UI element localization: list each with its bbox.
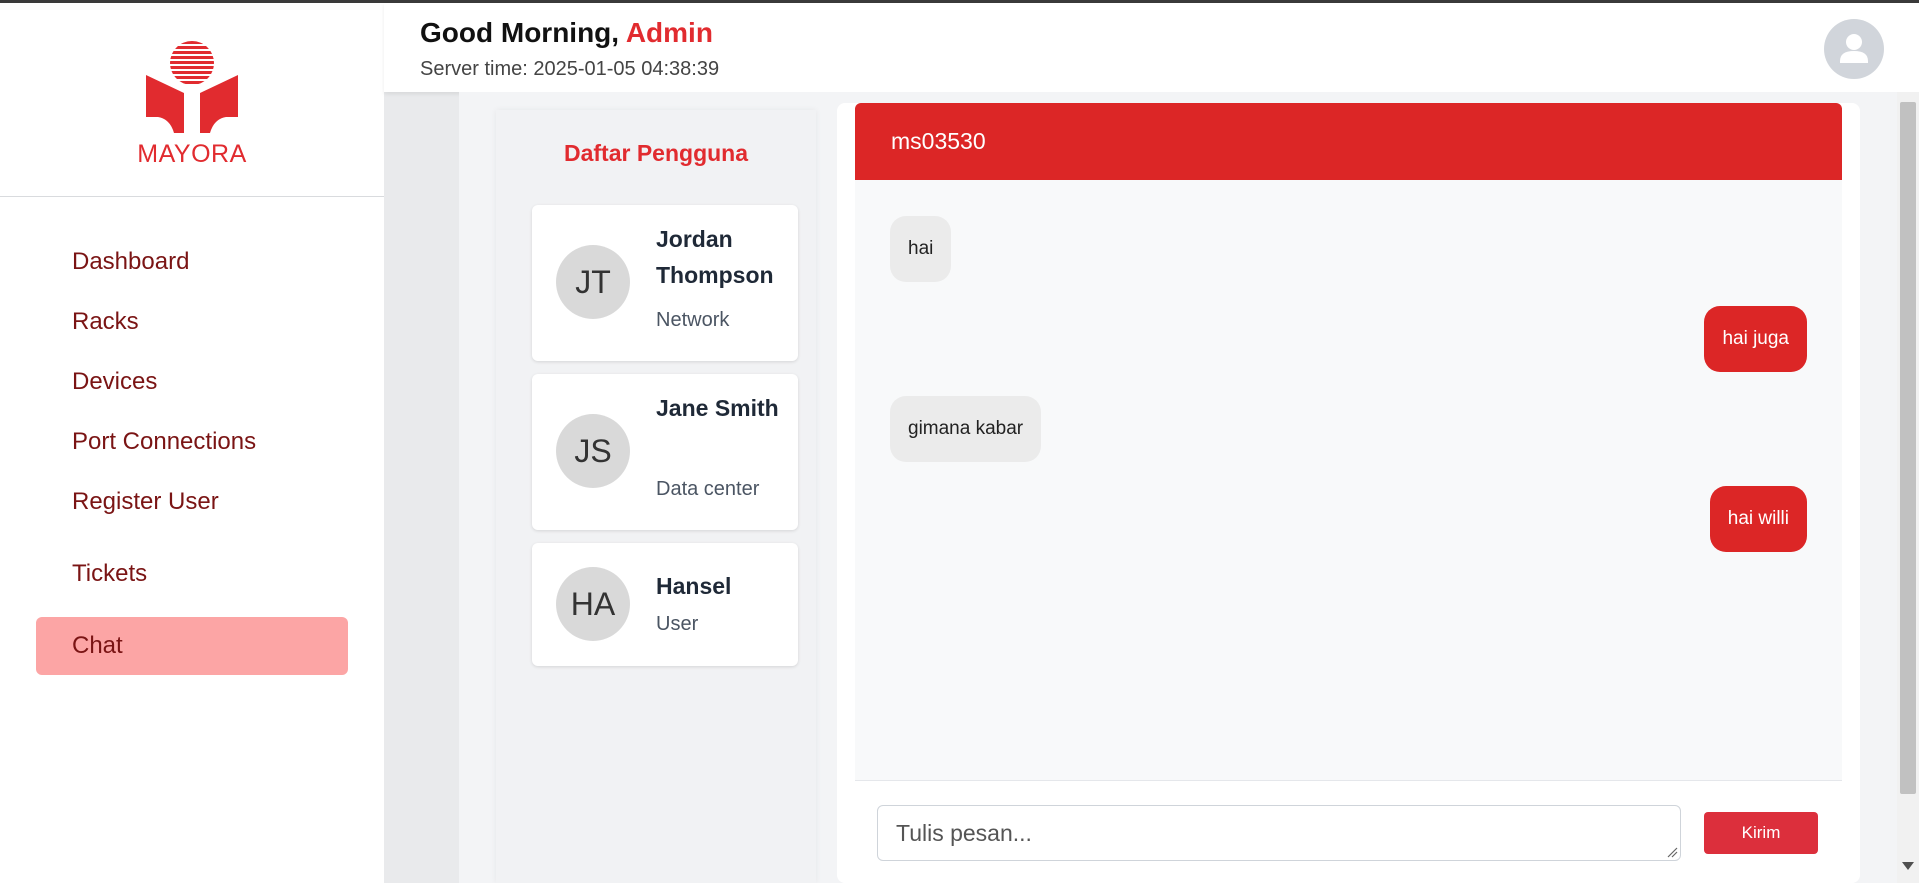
chat-panel: ms03530 hai hai juga gimana kabar hai wi… bbox=[837, 103, 1860, 883]
user-role: Data center bbox=[656, 478, 760, 500]
mayora-logo-mark bbox=[146, 41, 238, 133]
chat-messages[interactable]: hai hai juga gimana kabar hai willi bbox=[855, 180, 1842, 781]
top-header: Good Morning, Admin Server time: 2025-01… bbox=[384, 3, 1919, 92]
message-incoming: hai bbox=[890, 216, 952, 282]
page-scrollbar[interactable] bbox=[1897, 92, 1919, 883]
nav-chat[interactable]: Chat bbox=[36, 617, 348, 675]
user-avatar-button[interactable] bbox=[1824, 19, 1884, 79]
logo-text: MAYORA bbox=[137, 140, 247, 168]
user-card-hansel[interactable]: HA Hansel User bbox=[532, 543, 798, 666]
user-role: User bbox=[656, 613, 699, 635]
scrollbar-thumb[interactable] bbox=[1900, 102, 1916, 794]
server-time: Server time: 2025-01-05 04:38:39 bbox=[420, 58, 720, 80]
user-card-jordan[interactable]: JT Jordan Thompson Network bbox=[532, 205, 798, 361]
send-button[interactable]: Kirim bbox=[1704, 812, 1818, 854]
user-name: Jordan Thompson bbox=[656, 226, 774, 288]
message-input[interactable]: Tulis pesan... bbox=[877, 805, 1681, 861]
users-panel-title: Daftar Pengguna bbox=[563, 140, 749, 166]
mayora-logo[interactable]: MAYORA bbox=[134, 39, 250, 169]
message-outgoing: hai juga bbox=[1704, 306, 1807, 372]
greeting-username: Admin bbox=[625, 17, 713, 48]
nav-port-connections[interactable]: Port Connections bbox=[36, 413, 348, 471]
chat-header-title: ms03530 bbox=[855, 103, 1842, 180]
nav-register-user[interactable]: Register User bbox=[36, 473, 348, 531]
user-initials-avatar: JS bbox=[556, 414, 630, 488]
greeting: Good Morning, Admin bbox=[420, 17, 713, 49]
nav-dashboard[interactable]: Dashboard bbox=[36, 233, 348, 291]
user-role: Network bbox=[656, 309, 730, 331]
message-incoming: gimana kabar bbox=[890, 396, 1042, 462]
greeting-text: Good Morning, bbox=[420, 17, 620, 48]
nav-racks[interactable]: Racks bbox=[36, 293, 348, 351]
user-name: Hansel bbox=[656, 573, 732, 599]
user-card-jane[interactable]: JS Jane Smith Data center bbox=[532, 374, 798, 530]
user-initials-avatar: HA bbox=[556, 567, 630, 641]
user-initials-avatar: JT bbox=[556, 245, 630, 319]
nav-tickets[interactable]: Tickets bbox=[36, 545, 348, 603]
message-outgoing: hai willi bbox=[1709, 486, 1807, 552]
resize-grip-icon[interactable] bbox=[1666, 846, 1678, 858]
user-name: Jane Smith bbox=[656, 395, 779, 421]
users-panel: Daftar Pengguna JT Jordan Thompson Netwo… bbox=[496, 110, 816, 883]
user-avatar-icon bbox=[1840, 34, 1868, 63]
scroll-down-arrow-icon[interactable] bbox=[1902, 862, 1914, 870]
logo-area: MAYORA bbox=[0, 3, 384, 197]
nav-devices[interactable]: Devices bbox=[36, 353, 348, 411]
sidebar: MAYORA Dashboard Racks Devices Port Conn… bbox=[0, 3, 384, 883]
